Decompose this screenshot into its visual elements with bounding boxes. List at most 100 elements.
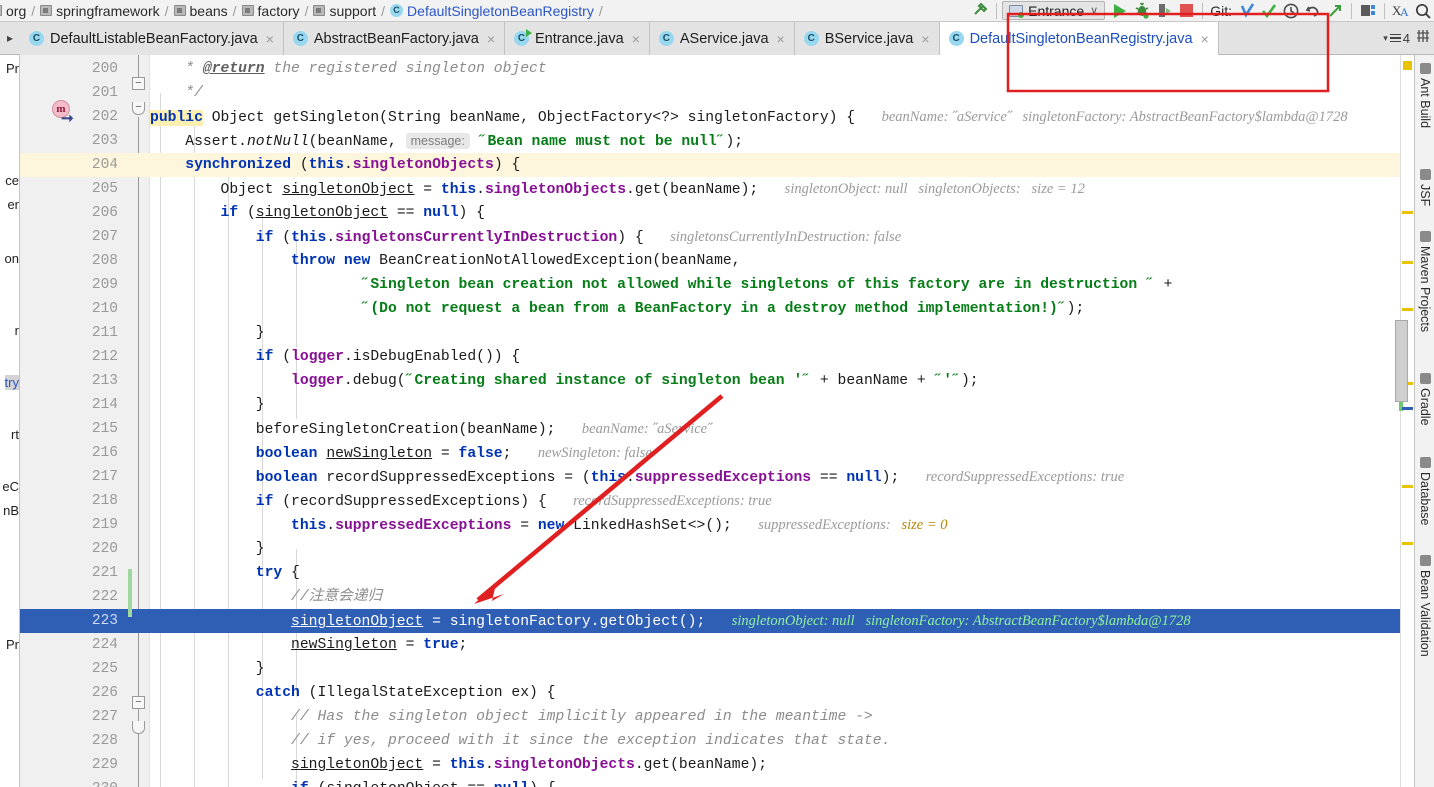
code-line[interactable]: 211 }: [20, 321, 1400, 345]
code-line[interactable]: 227 // Has the singleton object implicit…: [20, 705, 1400, 729]
line-number[interactable]: 217: [20, 465, 126, 489]
line-number[interactable]: 201: [20, 81, 126, 105]
tabs-overflow-button[interactable]: ▾ 4: [1383, 31, 1410, 46]
git-rollback-icon[interactable]: [1302, 1, 1324, 21]
code-line-text[interactable]: ˝Singleton bean creation not allowed whi…: [150, 273, 1173, 297]
project-tree-item-fragment[interactable]: nB: [3, 503, 19, 518]
editor-tab-bservice[interactable]: C BService.java ×: [794, 22, 940, 55]
fold-collapse-icon[interactable]: −: [132, 77, 145, 90]
code-line-text[interactable]: throw new BeanCreationNotAllowedExceptio…: [150, 249, 741, 273]
code-line[interactable]: 203 Assert.notNull(beanName, message: ˝B…: [20, 129, 1400, 153]
layout-button[interactable]: [1357, 1, 1379, 21]
code-line-text[interactable]: }: [150, 657, 265, 681]
project-tool-window-clipped[interactable]: Pr ce er on r try rt eC nB Pr: [0, 55, 20, 787]
fold-collapse-end-icon[interactable]: [132, 721, 145, 734]
project-tree-item-fragment[interactable]: eC: [2, 479, 19, 494]
tool-window-button-bean-validation[interactable]: Bean Validation: [1415, 555, 1434, 657]
git-history-icon[interactable]: [1280, 1, 1302, 21]
editor-lines[interactable]: 200 * @return the registered singleton o…: [20, 55, 1400, 787]
code-line-text[interactable]: boolean newSingleton = false; newSinglet…: [150, 441, 652, 465]
code-line-text[interactable]: newSingleton = true;: [150, 633, 467, 657]
project-tree-item-fragment[interactable]: Pr: [6, 637, 19, 652]
code-line-text[interactable]: if (logger.isDebugEnabled()) {: [150, 345, 520, 369]
code-line[interactable]: 220 }: [20, 537, 1400, 561]
editor-marker-bar[interactable]: [1395, 55, 1414, 787]
debug-button[interactable]: [1131, 1, 1153, 21]
line-number[interactable]: 203: [20, 129, 126, 153]
code-line[interactable]: 212 if (logger.isDebugEnabled()) {: [20, 345, 1400, 369]
line-number[interactable]: 220: [20, 537, 126, 561]
code-line[interactable]: 204 synchronized (this.singletonObjects)…: [20, 153, 1400, 177]
line-number[interactable]: 204: [20, 153, 126, 177]
code-line[interactable]: 218 if (recordSuppressedExceptions) { re…: [20, 489, 1400, 513]
code-line[interactable]: 219 this.suppressedExceptions = new Link…: [20, 513, 1400, 537]
line-number[interactable]: 226: [20, 681, 126, 705]
code-line-text[interactable]: Object singletonObject = this.singletonO…: [150, 177, 1085, 201]
code-line[interactable]: 200 * @return the registered singleton o…: [20, 57, 1400, 81]
git-push-icon[interactable]: [1324, 1, 1346, 21]
editor-scrollbar-thumb[interactable]: [1395, 320, 1408, 402]
tool-window-button-database[interactable]: Database: [1415, 456, 1434, 525]
code-line[interactable]: 202 public Object getSingleton(String bea…: [20, 105, 1400, 129]
code-line-text[interactable]: if (singletonObject == null) {: [150, 201, 485, 225]
code-line-text[interactable]: if (recordSuppressedExceptions) { record…: [150, 489, 772, 513]
code-line[interactable]: 213 logger.debug(˝Creating shared instan…: [20, 369, 1400, 393]
code-line[interactable]: 221 try {: [20, 561, 1400, 585]
breadcrumb-item-support[interactable]: support: [313, 3, 376, 19]
code-line-text[interactable]: // Has the singleton object implicitly a…: [150, 705, 873, 729]
line-number[interactable]: 206: [20, 201, 126, 225]
code-line-text[interactable]: singletonObject = singletonFactory.getOb…: [150, 609, 1191, 633]
line-number[interactable]: 215: [20, 417, 126, 441]
line-number[interactable]: 227: [20, 705, 126, 729]
code-line[interactable]: 228 // if yes, proceed with it since the…: [20, 729, 1400, 753]
git-commit-icon[interactable]: [1258, 1, 1280, 21]
project-tree-item-fragment[interactable]: try: [4, 375, 19, 390]
code-line-text[interactable]: this.suppressedExceptions = new LinkedHa…: [150, 513, 947, 537]
code-line-text[interactable]: }: [150, 393, 265, 417]
inspection-status-icon[interactable]: [1403, 61, 1412, 70]
line-number[interactable]: 211: [20, 321, 126, 345]
close-icon[interactable]: ×: [487, 31, 495, 47]
line-number[interactable]: 209: [20, 273, 126, 297]
code-line[interactable]: 205 Object singletonObject = this.single…: [20, 177, 1400, 201]
project-tree-item-fragment[interactable]: rt: [11, 427, 19, 442]
line-number[interactable]: 223: [20, 609, 126, 633]
code-line-text[interactable]: synchronized (this.singletonObjects) {: [150, 153, 520, 177]
code-line[interactable]: 208 throw new BeanCreationNotAllowedExce…: [20, 249, 1400, 273]
close-icon[interactable]: ×: [921, 31, 929, 47]
project-tree-item-fragment[interactable]: on: [5, 251, 19, 266]
close-icon[interactable]: ×: [777, 31, 785, 47]
line-number[interactable]: 219: [20, 513, 126, 537]
line-number[interactable]: 225: [20, 657, 126, 681]
build-project-icon[interactable]: [969, 1, 991, 21]
code-line-text[interactable]: ˝(Do not request a bean from a BeanFacto…: [150, 297, 1085, 321]
code-line[interactable]: 206 if (singletonObject == null) {: [20, 201, 1400, 225]
line-number[interactable]: 207: [20, 225, 126, 249]
code-line[interactable]: 216 boolean newSingleton = false; newSin…: [20, 441, 1400, 465]
line-number[interactable]: 212: [20, 345, 126, 369]
editor-tab-aservice[interactable]: C AService.java ×: [649, 22, 795, 55]
tool-window-button-jsf[interactable]: JSF: [1415, 168, 1434, 206]
line-number[interactable]: 216: [20, 441, 126, 465]
code-line-text[interactable]: */: [150, 81, 203, 105]
code-line[interactable]: 229 singletonObject = this.singletonObje…: [20, 753, 1400, 777]
code-line[interactable]: 215 beforeSingletonCreation(beanName); b…: [20, 417, 1400, 441]
run-button[interactable]: [1109, 1, 1131, 21]
project-tree-item-fragment[interactable]: r: [15, 323, 19, 338]
code-line-text[interactable]: // if yes, proceed with it since the exc…: [150, 729, 890, 753]
tool-window-button-ant-build[interactable]: Ant Build: [1415, 63, 1434, 128]
run-with-coverage-button[interactable]: [1153, 1, 1175, 21]
line-number[interactable]: 214: [20, 393, 126, 417]
code-line-text[interactable]: if (this.singletonsCurrentlyInDestructio…: [150, 225, 901, 249]
code-line-text[interactable]: catch (IllegalStateException ex) {: [150, 681, 556, 705]
code-line[interactable]: 222 //注意会递归: [20, 585, 1400, 609]
tabs-extra-icon[interactable]: [1416, 28, 1430, 49]
implementing-method-arrow-icon[interactable]: ➞: [61, 109, 74, 127]
line-number[interactable]: 221: [20, 561, 126, 585]
code-line[interactable]: 210 ˝(Do not request a bean from a BeanF…: [20, 297, 1400, 321]
code-line-text[interactable]: boolean recordSuppressedExceptions = (th…: [150, 465, 1124, 489]
project-tree-item-fragment[interactable]: ce: [5, 173, 19, 188]
line-number[interactable]: 213: [20, 369, 126, 393]
tabs-scroll-left-icon[interactable]: ▸: [0, 22, 20, 54]
code-line-text[interactable]: //注意会递归: [150, 585, 382, 609]
